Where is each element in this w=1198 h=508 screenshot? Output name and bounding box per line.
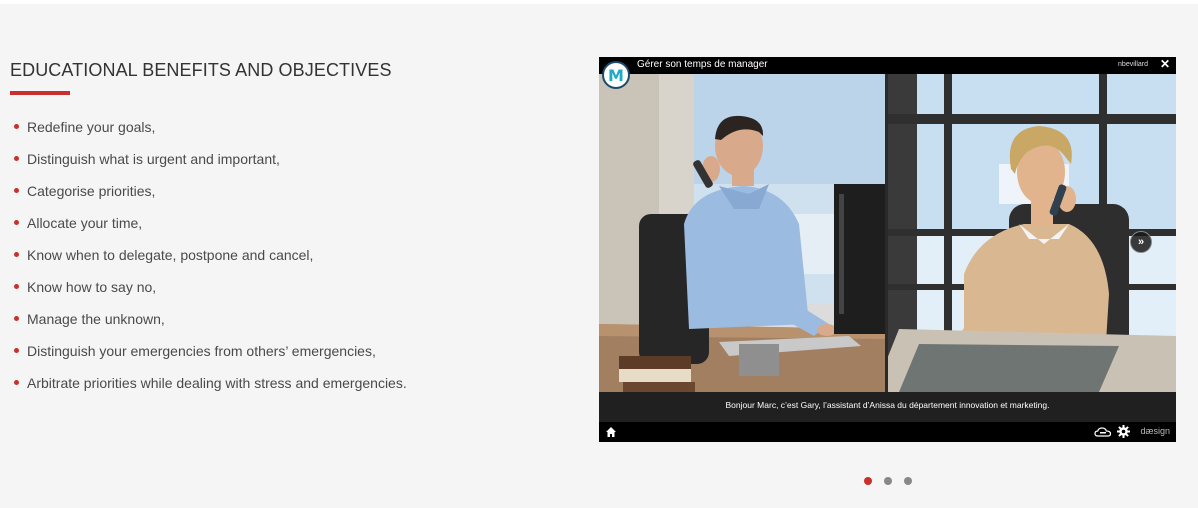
player-titlebar: Gérer son temps de manager nbevillard ✕ — [599, 57, 1176, 74]
carousel-dot[interactable] — [884, 477, 892, 485]
cloud-icon[interactable] — [1094, 426, 1112, 438]
list-item-label: Categorise priorities, — [27, 183, 156, 199]
list-item: Know when to delegate, postpone and canc… — [14, 246, 407, 278]
list-item-label: Know how to say no, — [27, 279, 157, 295]
subtitle-text: Bonjour Marc, c’est Gary, l’assistant d’… — [725, 400, 1050, 410]
player-controls: dæsign — [599, 422, 1176, 442]
carousel-pagination — [864, 477, 912, 485]
list-item-label: Arbitrate priorities while dealing with … — [27, 375, 407, 391]
bullet-icon — [14, 220, 19, 225]
home-icon[interactable] — [605, 426, 617, 438]
subtitle-bar: Bonjour Marc, c’est Gary, l’assistant d’… — [599, 392, 1176, 422]
player-username: nbevillard — [1118, 61, 1148, 68]
player-title: Gérer son temps de manager — [637, 59, 768, 70]
section-title: EDUCATIONAL BENEFITS AND OBJECTIVES — [10, 60, 392, 80]
next-button[interactable]: » — [1130, 231, 1152, 253]
carousel-dot[interactable] — [904, 477, 912, 485]
app-logo: M — [602, 61, 630, 89]
list-item-label: Distinguish what is urgent and important… — [27, 151, 280, 167]
list-item-label: Manage the unknown, — [27, 311, 165, 327]
list-item: Allocate your time, — [14, 214, 407, 246]
list-item: Arbitrate priorities while dealing with … — [14, 374, 407, 406]
title-underline — [10, 91, 70, 95]
carousel-dot[interactable] — [864, 477, 872, 485]
elearning-player: Gérer son temps de manager nbevillard ✕ … — [599, 57, 1176, 442]
list-item: Redefine your goals, — [14, 118, 407, 150]
bullet-icon — [14, 252, 19, 257]
list-item-label: Allocate your time, — [27, 215, 143, 231]
list-item-label: Redefine your goals, — [27, 119, 156, 135]
list-item: Distinguish what is urgent and important… — [14, 150, 407, 182]
list-item: Know how to say no, — [14, 278, 407, 310]
scene-illustration — [599, 74, 1176, 392]
brand-logo: dæsign — [1140, 426, 1170, 436]
list-item: Distinguish your emergencies from others… — [14, 342, 407, 374]
list-item: Categorise priorities, — [14, 182, 407, 214]
benefits-list: Redefine your goals, Distinguish what is… — [14, 118, 407, 406]
list-item-label: Know when to delegate, postpone and canc… — [27, 247, 314, 263]
gear-icon[interactable] — [1117, 425, 1130, 438]
close-icon[interactable]: ✕ — [1160, 57, 1170, 71]
bullet-icon — [14, 156, 19, 161]
bullet-icon — [14, 124, 19, 129]
bullet-icon — [14, 380, 19, 385]
bullet-icon — [14, 348, 19, 353]
list-item-label: Distinguish your emergencies from others… — [27, 343, 376, 359]
list-item: Manage the unknown, — [14, 310, 407, 342]
logo-letter: M — [608, 65, 624, 85]
bullet-icon — [14, 284, 19, 289]
bullet-icon — [14, 188, 19, 193]
bullet-icon — [14, 316, 19, 321]
